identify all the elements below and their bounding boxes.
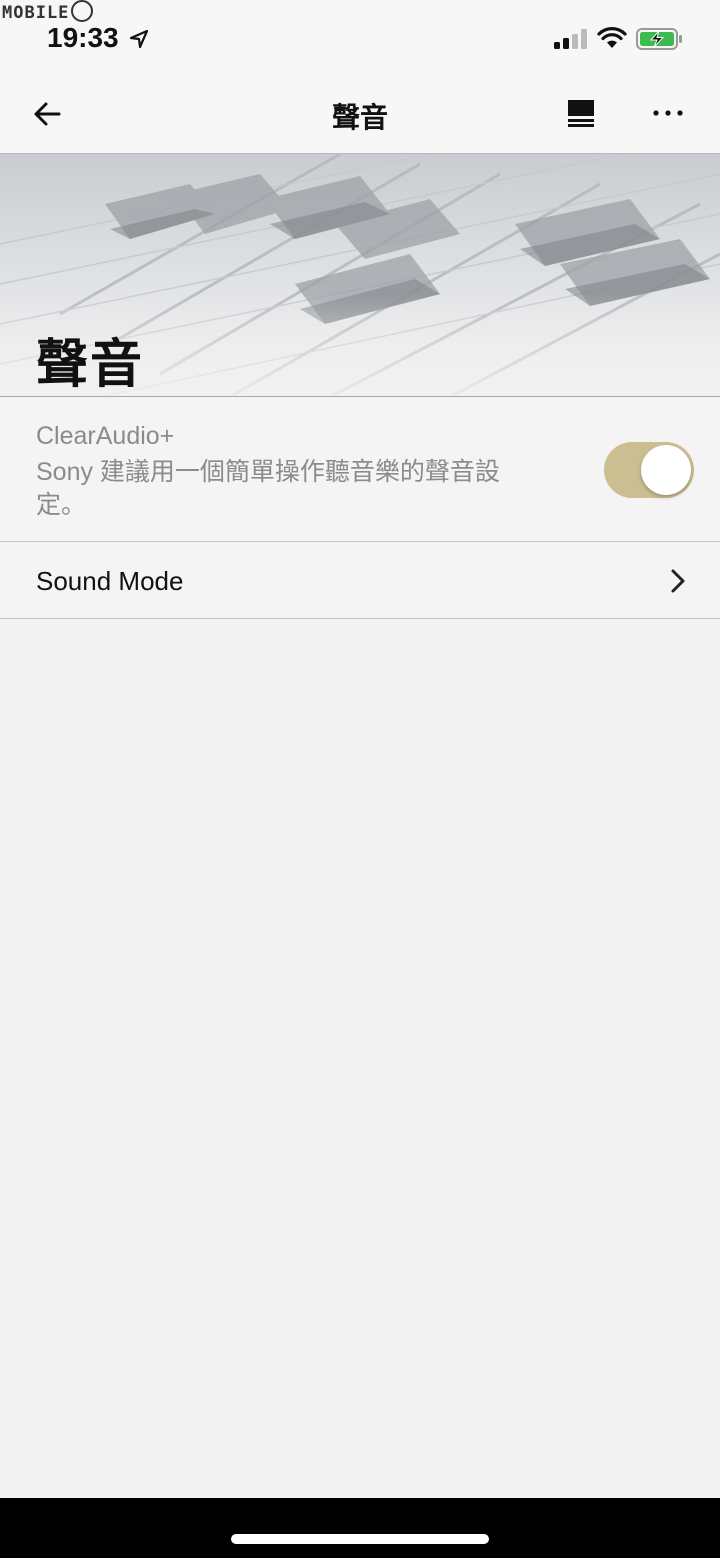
back-arrow-icon <box>34 102 61 126</box>
watermark-logo: MOBILE <box>2 0 94 24</box>
header-banner: 聲音 <box>0 154 720 397</box>
nav-title: 聲音 <box>331 102 388 133</box>
nav-bar: 聲音 <box>0 70 720 154</box>
back-button[interactable] <box>30 96 66 132</box>
chevron-right-icon <box>671 569 685 593</box>
home-indicator[interactable] <box>231 1534 489 1544</box>
queue-button[interactable] <box>565 98 597 128</box>
location-icon <box>129 29 149 49</box>
clearaudio-description: Sony 建議用一個簡單操作聽音樂的聲音設定。 <box>36 458 500 519</box>
page-title: 聲音 <box>36 336 145 394</box>
queue-icon <box>568 100 594 127</box>
clearaudio-toggle[interactable] <box>604 442 694 498</box>
sound-mode-label: Sound Mode <box>36 566 184 596</box>
signal-icon <box>554 29 587 49</box>
clearaudio-title: ClearAudio+ <box>36 422 175 450</box>
more-icon <box>653 110 683 116</box>
status-time: 19:33 <box>47 22 119 53</box>
status-bar: MOBILE 19:33 <box>0 0 720 70</box>
sound-mode-row[interactable]: Sound Mode <box>0 543 720 619</box>
wifi-icon <box>597 27 627 48</box>
home-indicator-area <box>0 1498 720 1558</box>
toggle-knob <box>641 445 691 495</box>
battery-charging-icon <box>636 28 682 50</box>
clearaudio-row: ClearAudio+ Sony 建議用一個簡單操作聽音樂的聲音設定。 <box>0 398 720 542</box>
more-options-button[interactable] <box>648 100 688 126</box>
